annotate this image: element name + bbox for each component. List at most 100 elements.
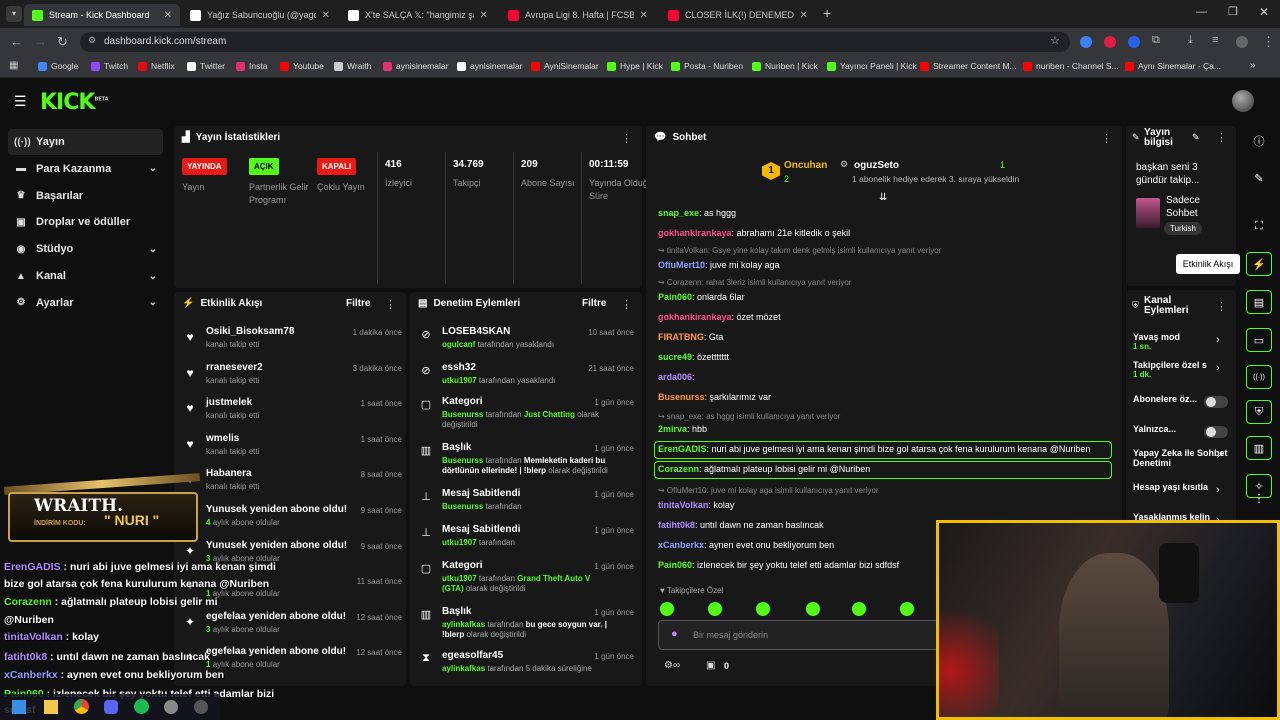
activity-item[interactable]: ♥ justmelek kanalı takip etti 1 saat önce [184,397,402,431]
browser-tab[interactable]: Avrupa Ligi 8. Hafta | FCSB - Fe ✕ [500,4,656,26]
bookmark-item[interactable]: AyniSinemalar [531,61,599,71]
chat-message[interactable]: Pain060: onlarda 6lar [658,292,1118,302]
category-name[interactable]: Sadece Sohbet [1166,194,1226,220]
address-bar[interactable]: ⚙ dashboard.kick.com/stream ☆ [80,32,1070,52]
moderator-name[interactable]: aylinkafkas [442,620,485,629]
explorer-icon[interactable] [44,700,58,714]
tab-close-icon[interactable]: ✕ [800,10,808,21]
all-bookmarks-icon[interactable]: » [1250,60,1256,71]
extension-icon[interactable] [1080,36,1092,48]
settings-icon[interactable]: ⚙∞ [664,660,680,671]
moderator-name[interactable]: Busenurss [442,410,483,419]
expand-icon[interactable]: ⛶ [1246,214,1272,238]
broadcast-icon[interactable]: ((·)) [1246,365,1272,389]
more-icon[interactable]: ⋮ [621,132,632,145]
moderator-name[interactable]: Busenurss [442,456,483,465]
back-icon[interactable]: ← [10,34,23,49]
moderation-item[interactable]: ▥ Başlık Busenurss tarafından Memleketin k… [420,442,634,486]
restore-button[interactable]: ❐ [1228,5,1238,18]
emote-icon[interactable] [806,602,820,616]
browser-tab[interactable]: CLOSER İLK(!) DENEMEDE BAŞA ✕ [660,4,816,26]
chat-username[interactable]: xCanberkx [658,540,704,550]
bookmark-item[interactable]: Insta [236,61,267,71]
sidebar-item-para-kazanma[interactable]: ▬ Para Kazanma ⌄ [8,156,163,182]
toggle-switch[interactable] [1204,426,1228,438]
sidebar-item-başarılar[interactable]: ♛ Başarılar [8,183,163,209]
filter-button[interactable]: Filtre [582,298,606,309]
shield-icon[interactable]: ⛨ [1246,400,1272,424]
channel-action-item[interactable]: Yavaş mod 1 sn. [1133,332,1228,351]
document-icon[interactable]: ▤ [1246,290,1272,314]
chat-username[interactable]: tinitaVolkan [658,500,708,510]
sidebar-item-kanal[interactable]: ▲ Kanal ⌄ [8,263,163,289]
spotify-icon[interactable] [134,699,149,714]
sidebar-item-droplar-ve-ödüller[interactable]: ▣ Droplar ve ödüller [8,209,163,235]
emote-icon[interactable] [852,602,866,616]
browser-menu-icon[interactable]: ⋮ [1262,34,1275,50]
emote-icon[interactable] [660,602,674,616]
app-icon[interactable] [194,700,208,714]
chat-message[interactable]: ErenGADIS: nuri abi juve gelmesi iyi ama… [658,444,1118,454]
bookmark-item[interactable]: Twitch [91,61,128,71]
moderation-item[interactable]: ▢ Kategori Busenurss tarafından Just Chatt… [420,396,634,440]
chat-message[interactable]: FIRATBNG: Gta [658,332,1118,342]
activity-item[interactable]: ♥ Osiki_Bisoksam78 kanalı takip etti 1 daki… [184,326,402,360]
extension-icon[interactable] [1104,36,1116,48]
chat-username[interactable]: gokhankirankaya [658,228,732,238]
activity-item[interactable]: ✦ egefelaa yeniden abone oldu! 3 aylık abo… [184,611,402,645]
bookmark-item[interactable]: Netflix [138,61,175,71]
chat-message[interactable]: Corazenn: ağlatmalı plateup lobisi gelir… [658,464,1118,474]
hamburger-menu-icon[interactable]: ☰ [14,93,27,110]
chat-username[interactable]: Pain060 [658,560,692,570]
browser-tab[interactable]: Stream - Kick Dashboard ✕ [24,4,180,26]
chat-username[interactable]: gokhankirankaya [658,312,732,322]
bookmark-item[interactable]: Nuriben | Kick [752,61,818,71]
more-icon[interactable]: ⋮ [1216,131,1227,144]
edit-icon[interactable]: ✎ [1246,166,1272,190]
bookmark-item[interactable]: nuriben - Channel S... [1023,61,1119,71]
activity-item[interactable]: ✦Yunusek yeniden abone oldu!4 aylık abon… [184,504,402,538]
app-icon[interactable] [164,700,178,714]
chat-icon[interactable]: ▭ [1246,328,1272,352]
site-info-icon[interactable]: ⚙ [88,35,96,46]
apps-icon[interactable]: ▦ [9,60,18,71]
bookmark-item[interactable]: aynisinemalar [383,61,448,71]
browser-tab[interactable]: Yağız Sabuncuoğlu (@yagosabu ✕ [182,4,338,26]
user-avatar[interactable] [1232,90,1254,112]
moderator-name[interactable]: utku1907 [442,574,477,583]
chat-message[interactable]: tinitaVolkan: kolay [658,500,1118,510]
tab-search-button[interactable]: ▾ [6,6,22,22]
chat-username[interactable]: Corazenn [658,464,699,474]
moderation-item[interactable]: ▢ Kategori utku1907 tarafından Grand Theft… [420,560,634,604]
channel-action-item[interactable]: Hesap yaşı kısıtla [1133,482,1228,492]
more-icon[interactable]: ⋮ [1246,486,1272,510]
bookmark-item[interactable]: Streamer Content M... [920,61,1017,71]
bookmark-item[interactable]: Aynı Sinemalar - Ça... [1125,61,1221,71]
chat-username[interactable]: snap_exe [658,208,699,218]
profile-avatar[interactable] [1236,36,1248,48]
edit-icon[interactable]: ✎ [1192,132,1200,143]
sidebar-item-yayın[interactable]: ((·)) Yayın [8,129,163,155]
chat-message[interactable]: OfiuMert10: juve mi kolay aga [658,260,1118,270]
chat-username[interactable]: ErenGADIS [658,444,707,454]
gifter-name[interactable]: Oncuhan [784,160,827,171]
more-icon[interactable]: ⋮ [621,298,632,311]
extension-icon[interactable] [1128,36,1140,48]
moderation-item[interactable]: ▥ Başlık aylinkafkas tarafından bu gece so… [420,606,634,650]
moderator-name[interactable]: aylinkafkas [442,664,485,673]
tab-close-icon[interactable]: ✕ [322,10,330,21]
discord-icon[interactable] [104,700,118,714]
activity-item[interactable]: ♥Habanerakanalı takip etti8 saat önce [184,468,402,502]
close-window-button[interactable]: ✕ [1259,5,1269,19]
kick-logo[interactable]: KICKBETA [40,90,109,115]
extensions-icon[interactable]: ⧉ [1152,34,1160,47]
minimize-button[interactable]: — [1196,6,1207,18]
chat-username[interactable]: arda006 [658,372,692,382]
chat-message[interactable]: gokhankirankaya: özet mözet [658,312,1118,322]
toggle-switch[interactable] [1204,396,1228,408]
bookmark-item[interactable]: aynisinemalar [457,61,522,71]
more-icon[interactable]: ⋮ [385,298,396,311]
chat-username[interactable]: sucre49 [658,352,692,362]
sidebar-item-stüdyo[interactable]: ◉ Stüdyo ⌄ [8,236,163,262]
new-tab-button[interactable]: + [823,5,831,21]
